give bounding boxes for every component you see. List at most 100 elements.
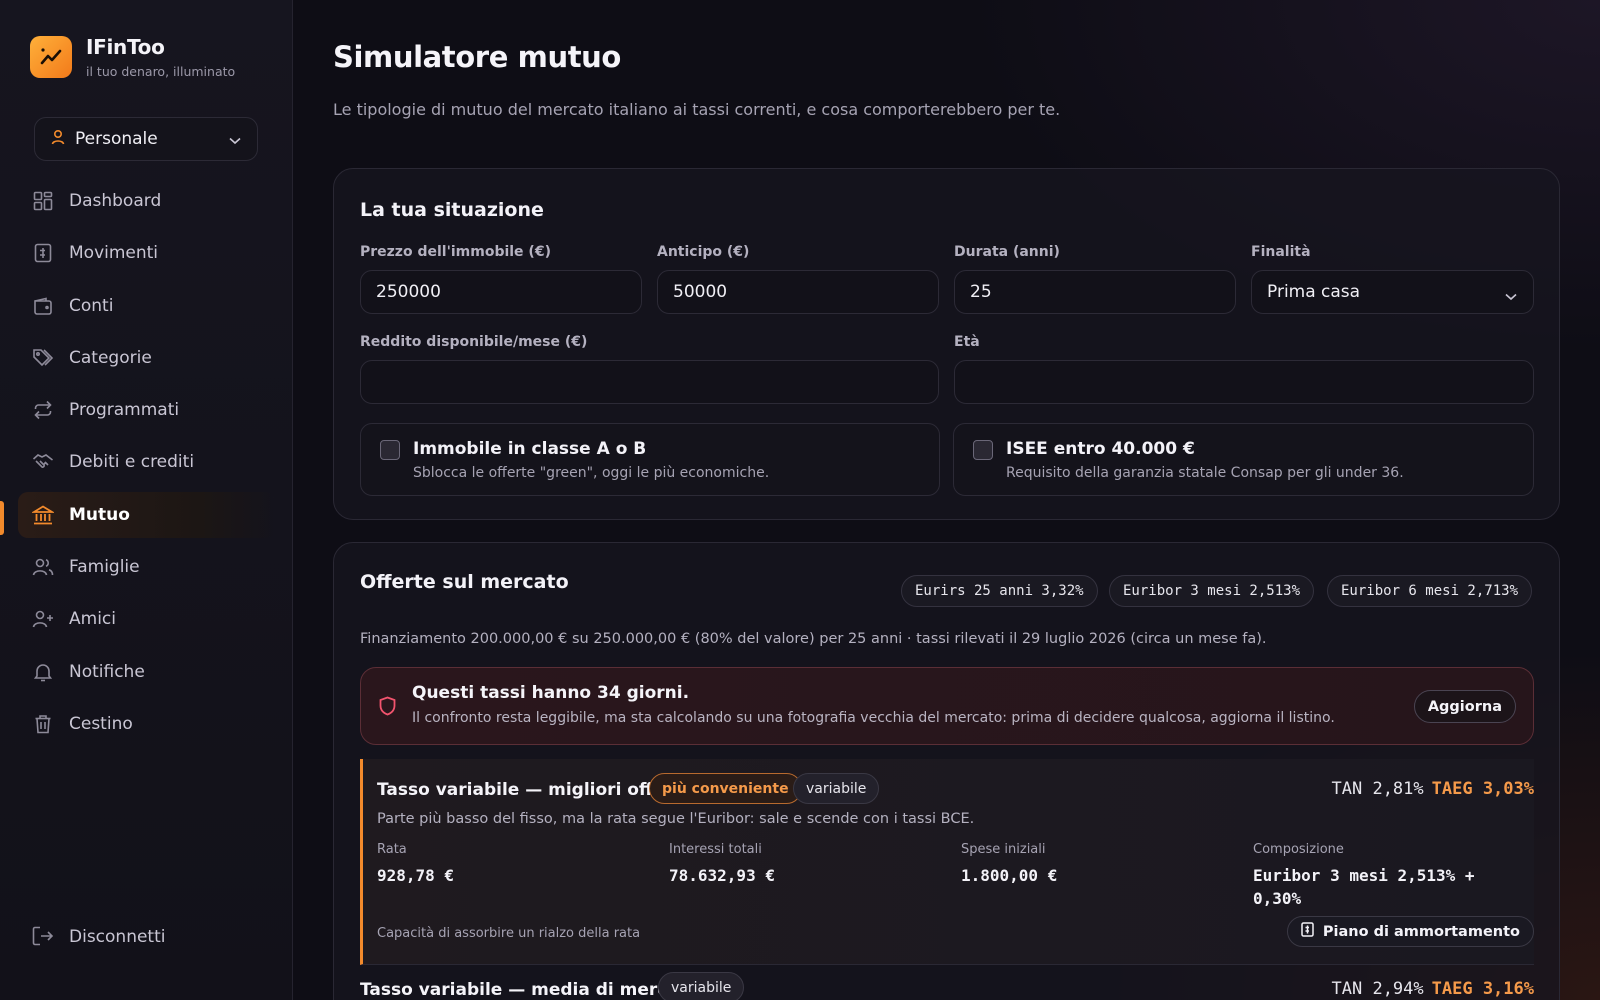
bank-icon [32,504,54,526]
sidebar-item-cestino[interactable]: Cestino [18,701,276,747]
refresh-button[interactable]: Aggiorna [1413,690,1516,723]
sidebar-item-label: Mutuo [69,504,130,525]
type-badge: variabile [793,773,880,804]
offer-title: Tasso variabile — media di mercato [360,980,699,1000]
green-desc: Sblocca le offerte "green", oggi le più … [413,465,770,481]
sidebar-item-famiglie[interactable]: Famiglie [18,544,276,590]
receipt-icon [32,242,54,264]
metric-value: 928,78 € [377,866,455,885]
amortization-label: Piano di ammortamento [1322,923,1520,940]
purpose-value: Prima casa [1267,282,1361,302]
situation-title: La tua situazione [360,199,544,221]
offer-rates: TAN 2,94% TAEG 3,16% [1332,979,1534,999]
price-value: 250000 [376,282,441,302]
duration-value: 25 [970,282,992,302]
downpayment-input[interactable]: 50000 [657,270,939,314]
metric-label: Spese iniziali [961,842,1046,857]
amortization-button[interactable]: Piano di ammortamento [1286,916,1534,947]
sidebar-item-movimenti[interactable]: Movimenti [18,230,276,276]
price-input[interactable]: 250000 [360,270,642,314]
active-indicator [0,501,4,535]
green-checkbox[interactable] [380,440,400,460]
best-badge: più conveniente [649,773,802,804]
sidebar-item-label: Programmati [69,400,180,421]
purpose-select[interactable]: Prima casa [1251,270,1534,314]
market-card: Offerte sul mercato Eurirs 25 anni 3,32%… [333,542,1560,1000]
main-nav: Dashboard Movimenti Conti Categorie Prog… [18,178,276,753]
offer-desc: Parte più basso del fisso, ma la rata se… [377,811,975,827]
duration-label: Durata (anni) [954,244,1060,260]
price-label: Prezzo dell'immobile (€) [360,244,551,260]
sidebar-item-categorie[interactable]: Categorie [18,335,276,381]
sidebar-item-label: Conti [69,295,114,316]
page-title: Simulatore mutuo [333,40,621,74]
metric-label: Composizione [1253,842,1344,857]
chevron-down-icon [1505,286,1517,306]
tan-value: TAN 2,94% [1331,979,1424,999]
brand[interactable]: IFinToo il tuo denaro, illuminato [30,35,235,79]
logout-button[interactable]: Disconnetti [32,926,165,948]
bell-icon [32,661,54,683]
sidebar-item-label: Dashboard [69,191,162,211]
offer-title: Tasso variabile — migliori offerte [377,780,693,800]
metric-value: Euribor 3 mesi 2,513% + 0,30% [1253,866,1475,908]
capacity-label: Capacità di assorbire un rialzo della ra… [377,926,641,941]
situation-card: La tua situazione Prezzo dell'immobile (… [333,168,1560,520]
age-label: Età [954,334,980,350]
sidebar-item-label: Amici [69,609,116,630]
handshake-icon [32,451,54,473]
green-title: Immobile in classe A o B [413,439,647,459]
dashboard-icon [32,190,54,212]
metric-value: 1.800,00 € [961,866,1058,885]
trash-icon [32,713,54,735]
sidebar-item-label: Debiti e crediti [69,452,195,473]
profile-select[interactable]: Personale [34,117,258,161]
rate-chip: Euribor 6 mesi 2,713% [1327,575,1533,607]
metric-label: Interessi totali [669,842,762,857]
type-badge: variabile [658,972,745,1000]
green-option[interactable]: Immobile in classe A o B Sblocca le offe… [360,423,940,496]
isee-desc: Requisito della garanzia statale Consap … [1006,465,1404,481]
sidebar-item-label: Cestino [69,713,133,734]
market-title: Offerte sul mercato [360,571,569,593]
sidebar: IFinToo il tuo denaro, illuminato Person… [0,0,293,1000]
age-input[interactable] [954,360,1534,404]
logout-icon [32,926,54,948]
profile-label: Personale [75,129,158,149]
users-icon [32,556,54,578]
taeg-value: TAEG 3,16% [1431,979,1534,999]
logout-label: Disconnetti [69,927,166,947]
downpayment-value: 50000 [673,282,728,302]
wallet-icon [32,295,54,317]
income-input[interactable] [360,360,939,404]
sidebar-item-mutuo[interactable]: Mutuo [18,491,276,538]
user-icon [51,129,65,149]
sidebar-item-amici[interactable]: Amici [18,596,276,642]
rate-chip: Eurirs 25 anni 3,32% [901,575,1098,607]
sidebar-item-programmati[interactable]: Programmati [18,387,276,433]
isee-option[interactable]: ISEE entro 40.000 € Requisito della gara… [953,423,1534,496]
main-content: Simulatore mutuo Le tipologie di mutuo d… [293,0,1600,1000]
page-subtitle: Le tipologie di mutuo del mercato italia… [333,100,1061,119]
duration-input[interactable]: 25 [954,270,1236,314]
metric-value: 78.632,93 € [669,866,775,885]
shield-icon [379,696,396,720]
sidebar-item-dashboard[interactable]: Dashboard [18,178,276,224]
sidebar-item-label: Movimenti [69,243,159,264]
sidebar-item-conti[interactable]: Conti [18,283,276,329]
taeg-value: TAEG 3,03% [1431,779,1534,799]
sidebar-item-notifiche[interactable]: Notifiche [18,649,276,695]
alert-desc: Il confronto resta leggibile, ma sta cal… [412,710,1335,726]
offer-rates: TAN 2,81% TAEG 3,03% [1332,779,1534,799]
user-plus-icon [32,608,54,630]
isee-checkbox[interactable] [973,440,993,460]
tags-icon [32,347,54,369]
brand-tagline: il tuo denaro, illuminato [86,64,236,79]
financing-summary: Finanziamento 200.000,00 € su 250.000,00… [360,631,1267,647]
tan-value: TAN 2,81% [1331,779,1424,799]
sidebar-item-debiti[interactable]: Debiti e crediti [18,439,276,485]
stale-rates-alert: Questi tassi hanno 34 giorni. Il confron… [360,667,1534,745]
metric-label: Rata [377,842,407,857]
income-label: Reddito disponibile/mese (€) [360,334,588,350]
chevron-down-icon [229,130,241,149]
